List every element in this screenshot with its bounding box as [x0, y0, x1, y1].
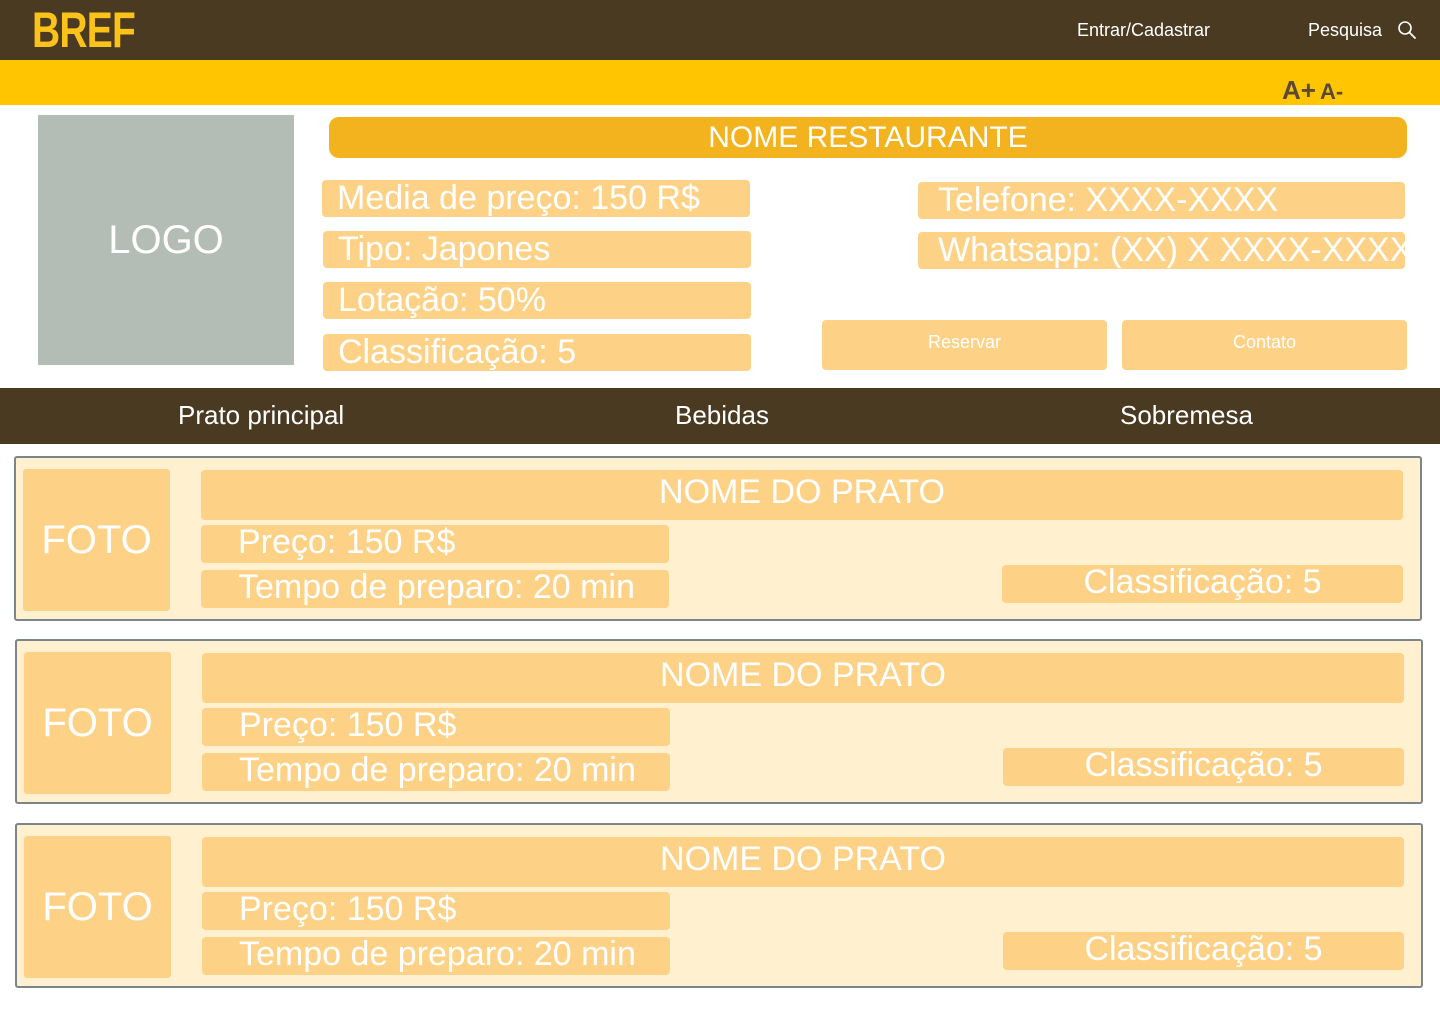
search-link[interactable]: Pesquisa [1308, 18, 1382, 42]
restaurant-logo: LOGO [38, 115, 294, 365]
accessibility-bar [0, 60, 1440, 105]
dish-card[interactable]: FOTO NOME DO PRATO Preço: 150 R$ Tempo d… [15, 823, 1423, 988]
dish-prep-time: Tempo de preparo: 20 min [202, 937, 670, 975]
dish-price: Preço: 150 R$ [202, 708, 670, 746]
tab-drinks[interactable]: Bebidas [675, 400, 769, 430]
dish-name: NOME DO PRATO [202, 653, 1404, 703]
tab-dessert[interactable]: Sobremesa [1120, 400, 1253, 430]
dish-rating: Classificação: 5 [1003, 748, 1404, 786]
search-icon[interactable] [1397, 20, 1417, 40]
restaurant-capacity: Lotação: 50% [323, 282, 751, 319]
dish-prep-time: Tempo de preparo: 20 min [202, 753, 670, 791]
dish-photo: FOTO [24, 836, 171, 978]
font-decrease-button[interactable]: A- [1320, 81, 1343, 103]
dish-photo: FOTO [24, 652, 171, 794]
price-average: Media de preço: 150 R$ [322, 180, 750, 217]
dish-photo: FOTO [23, 469, 170, 611]
tab-main-course[interactable]: Prato principal [178, 400, 344, 430]
brand-logo[interactable]: BREF [32, 2, 136, 58]
restaurant-phone: Telefone: XXXX-XXXX [918, 182, 1405, 219]
font-increase-button[interactable]: A+ [1282, 77, 1316, 103]
dish-price: Preço: 150 R$ [201, 525, 669, 563]
dish-rating: Classificação: 5 [1002, 565, 1403, 603]
menu-tabs: Prato principal Bebidas Sobremesa [0, 388, 1440, 444]
reserve-button[interactable]: Reservar [822, 320, 1107, 370]
dish-name: NOME DO PRATO [202, 837, 1404, 887]
dish-card[interactable]: FOTO NOME DO PRATO Preço: 150 R$ Tempo d… [15, 639, 1423, 804]
top-header: BREF Entrar/Cadastrar Pesquisa [0, 0, 1440, 60]
restaurant-type: Tipo: Japones [323, 231, 751, 268]
dish-name: NOME DO PRATO [201, 470, 1403, 520]
restaurant-name: NOME RESTAURANTE [329, 117, 1407, 158]
restaurant-whatsapp: Whatsapp: (XX) X XXXX-XXXX [918, 232, 1405, 269]
dish-price: Preço: 150 R$ [202, 892, 670, 930]
dish-card[interactable]: FOTO NOME DO PRATO Preço: 150 R$ Tempo d… [14, 456, 1422, 621]
login-link[interactable]: Entrar/Cadastrar [1077, 18, 1210, 42]
restaurant-rating: Classificação: 5 [323, 334, 751, 371]
dish-rating: Classificação: 5 [1003, 932, 1404, 970]
contact-button[interactable]: Contato [1122, 320, 1407, 370]
dish-prep-time: Tempo de preparo: 20 min [201, 570, 669, 608]
